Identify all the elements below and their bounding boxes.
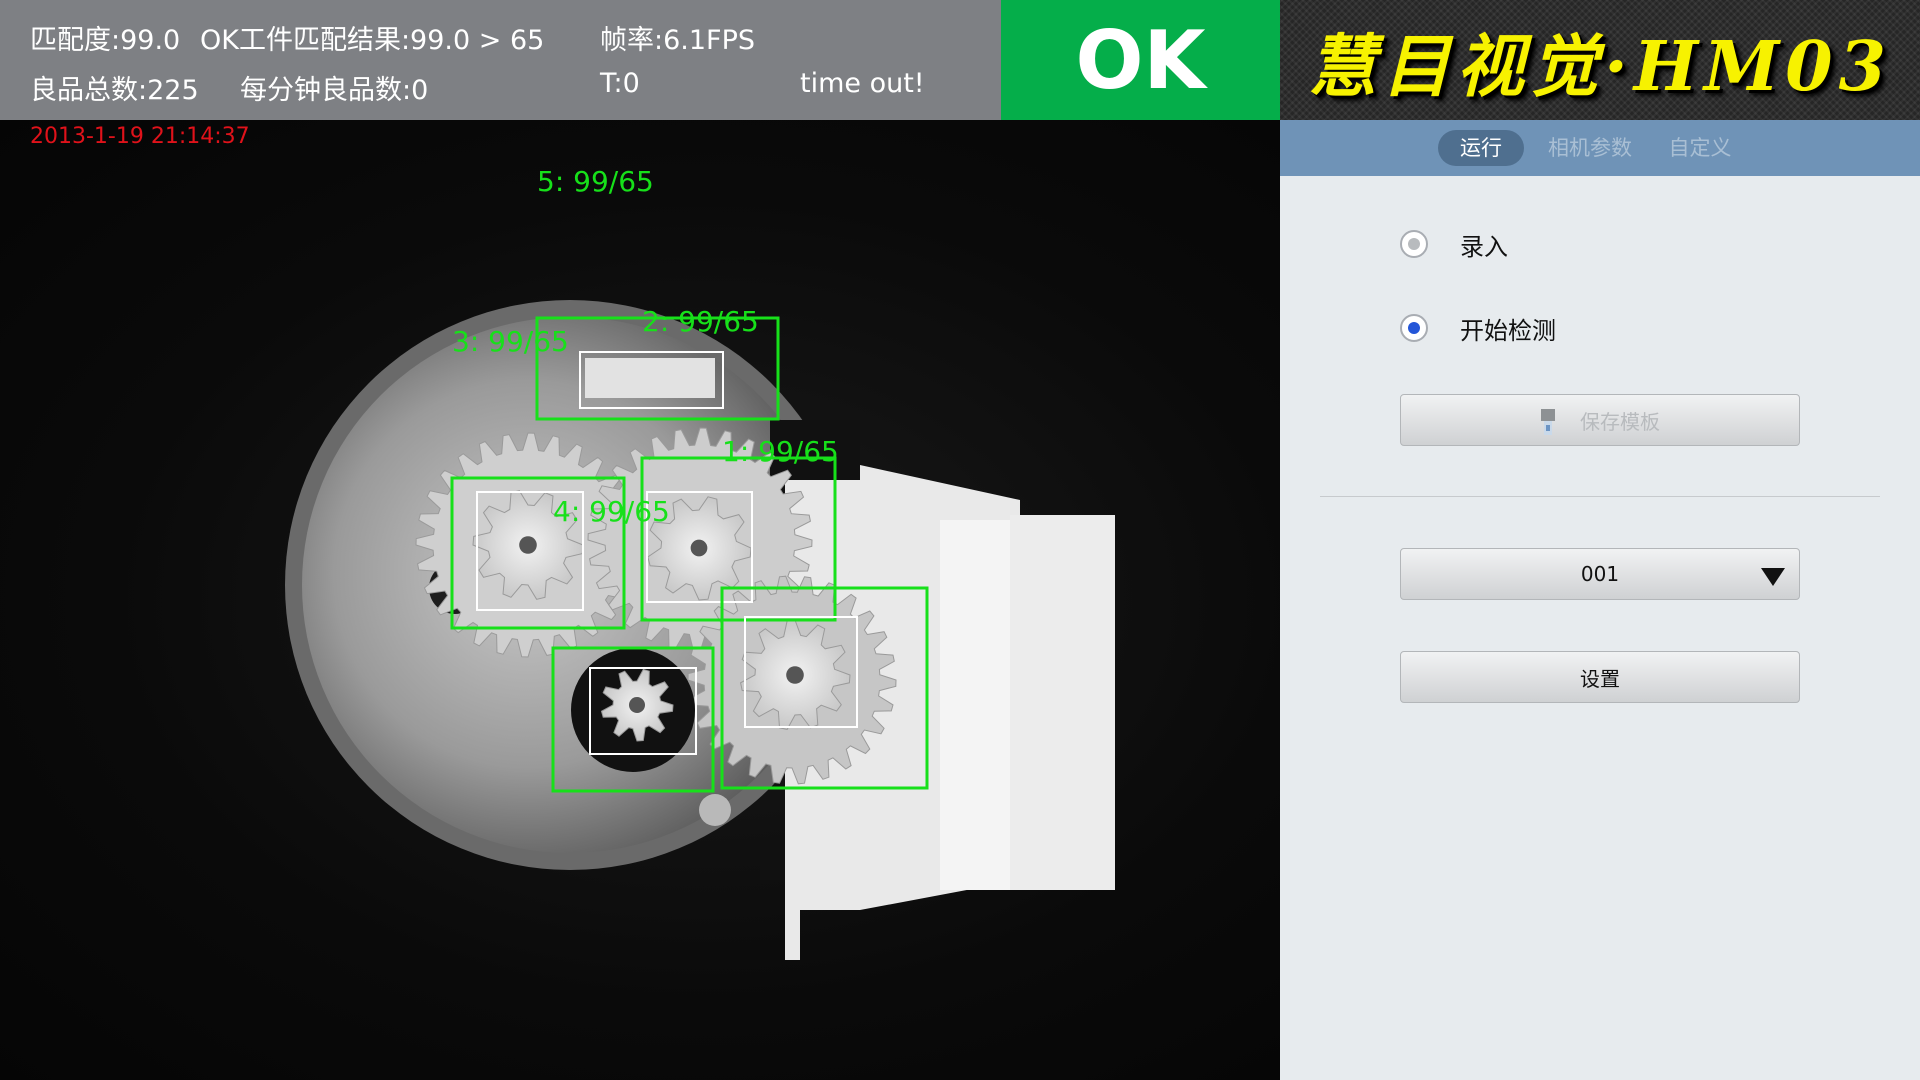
option-enroll[interactable]: 录入 xyxy=(1400,224,1508,264)
detection-label-5: 5: 99/65 xyxy=(537,165,654,198)
camera-image xyxy=(285,300,1115,960)
tab-custom[interactable]: 自定义 xyxy=(1655,130,1745,166)
usb-drive-icon xyxy=(1541,409,1555,435)
control-panel: 运行 相机参数 自定义 录入 开始检测 保存模板 001 设置 xyxy=(1280,120,1920,1080)
tab-custom-label: 自定义 xyxy=(1668,136,1732,160)
tab-camera-params-label: 相机参数 xyxy=(1548,136,1632,160)
frame-rate: 帧率:6.1FPS xyxy=(600,25,755,56)
match-result: OK工件匹配结果:99.0 > 65 xyxy=(200,25,545,56)
pinion-gear-3-hub xyxy=(519,536,537,554)
option-start-detection[interactable]: 开始检测 xyxy=(1400,308,1556,348)
start-detection-radio[interactable] xyxy=(1400,314,1428,342)
capture-timestamp: 2013-1-19 21:14:37 xyxy=(30,124,250,149)
save-template-button[interactable]: 保存模板 xyxy=(1400,394,1800,446)
t-value: T:0 xyxy=(600,68,640,99)
camera-view: 2013-1-19 21:14:37 5: 99/65 2: 99/65 3: … xyxy=(0,120,1280,1080)
save-template-label: 保存模板 xyxy=(1580,409,1660,434)
result-indicator: OK xyxy=(1001,0,1280,120)
detection-label-1: 1: 99/65 xyxy=(722,435,839,468)
pinion-gear-1-hub xyxy=(786,666,804,684)
timeout-message: time out! xyxy=(800,68,925,99)
dropdown-arrow-icon xyxy=(1761,568,1785,586)
tab-camera-params[interactable]: 相机参数 xyxy=(1536,130,1644,166)
section-divider xyxy=(1320,496,1880,497)
enroll-label: 录入 xyxy=(1460,232,1508,261)
pinion-gear-4-hub xyxy=(629,697,645,713)
brand-header: 慧目视觉·HM03 xyxy=(1280,0,1920,120)
result-text: OK xyxy=(1075,13,1206,107)
brand-title: 慧目视觉·HM03 xyxy=(1308,26,1892,107)
settings-button-label: 设置 xyxy=(1580,666,1620,691)
status-bar: 匹配度:99.0 OK工件匹配结果:99.0 > 65 帧率:6.1FPS 良品… xyxy=(0,0,1001,120)
settings-button[interactable]: 设置 xyxy=(1400,651,1800,703)
rivet xyxy=(699,794,731,826)
tab-bar: 运行 相机参数 自定义 xyxy=(1280,120,1920,176)
top-bracket xyxy=(585,358,715,398)
template-select-value: 001 xyxy=(1580,562,1620,586)
good-total: 良品总数:225 xyxy=(30,75,199,106)
tab-run[interactable]: 运行 xyxy=(1438,130,1524,166)
template-select[interactable]: 001 xyxy=(1400,548,1800,600)
detection-label-3: 3: 99/65 xyxy=(452,325,569,358)
match-degree: 匹配度:99.0 xyxy=(30,25,181,56)
tab-run-label: 运行 xyxy=(1460,136,1502,160)
detection-label-2: 2: 99/65 xyxy=(642,305,759,338)
detection-label-4: 4: 99/65 xyxy=(553,495,670,528)
pinion-gear-2-hub xyxy=(690,539,708,557)
enroll-radio[interactable] xyxy=(1400,230,1428,258)
good-per-minute: 每分钟良品数:0 xyxy=(240,75,429,106)
connector-plug xyxy=(1010,515,1115,890)
start-detection-label: 开始检测 xyxy=(1460,316,1556,345)
